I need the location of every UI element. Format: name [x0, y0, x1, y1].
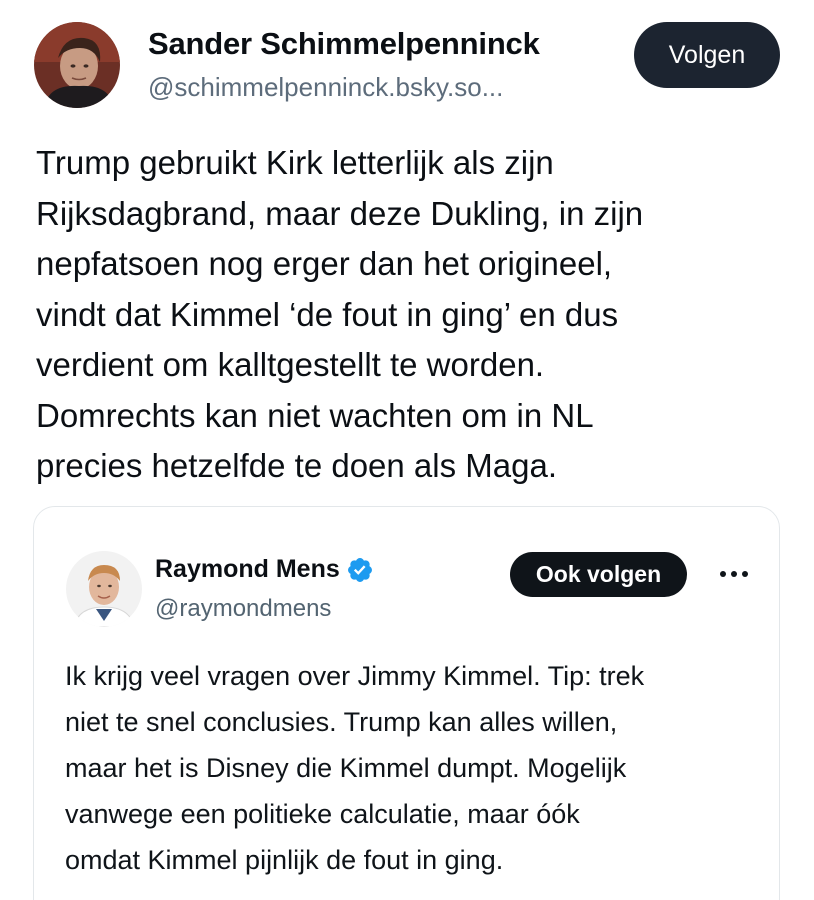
quoted-post-text: Ik krijg veel vragen over Jimmy Kimmel. … [65, 661, 645, 875]
quoted-author-name-row[interactable]: Raymond Mens [155, 555, 374, 584]
author-avatar[interactable] [34, 22, 120, 108]
author-handle[interactable]: @schimmelpenninck.bsky.so... [148, 72, 600, 103]
follow-button[interactable]: Volgen [634, 22, 780, 88]
also-follow-button[interactable]: Ook volgen [510, 552, 687, 597]
quoted-author-avatar-image [66, 551, 142, 627]
author-name[interactable]: Sander Schimmelpenninck [148, 26, 540, 62]
author-avatar-image [34, 22, 120, 108]
quoted-author-handle[interactable]: @raymondmens [155, 595, 331, 623]
verified-badge-icon [347, 557, 372, 582]
quoted-post-card[interactable]: Raymond Mens @raymondmens Ook volgen Ik … [33, 506, 780, 900]
quoted-author-name[interactable]: Raymond Mens [155, 555, 340, 584]
more-dots-icon [720, 571, 748, 577]
quoted-author-avatar[interactable] [66, 551, 142, 627]
post: Sander Schimmelpenninck @schimmelpenninc… [0, 0, 814, 900]
post-text: Trump gebruikt Kirk letterlijk als zijn … [36, 144, 644, 484]
more-options-button[interactable] [716, 557, 752, 591]
